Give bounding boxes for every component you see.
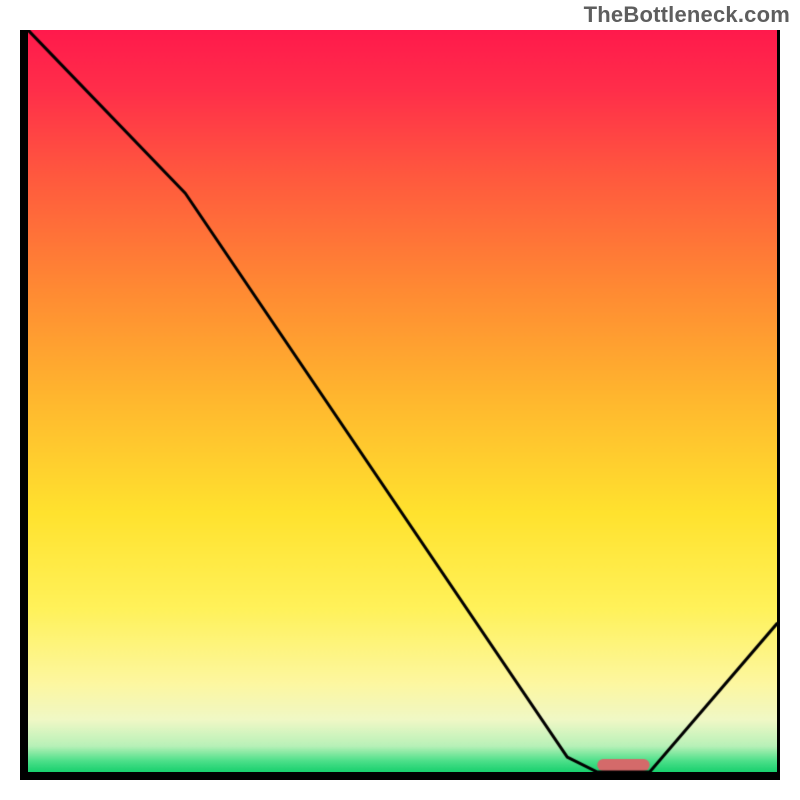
watermark-text: TheBottleneck.com xyxy=(584,2,790,28)
chart-canvas xyxy=(28,30,777,772)
plot-frame xyxy=(20,30,780,780)
plot-area xyxy=(28,30,777,772)
chart-container: TheBottleneck.com xyxy=(0,0,800,800)
